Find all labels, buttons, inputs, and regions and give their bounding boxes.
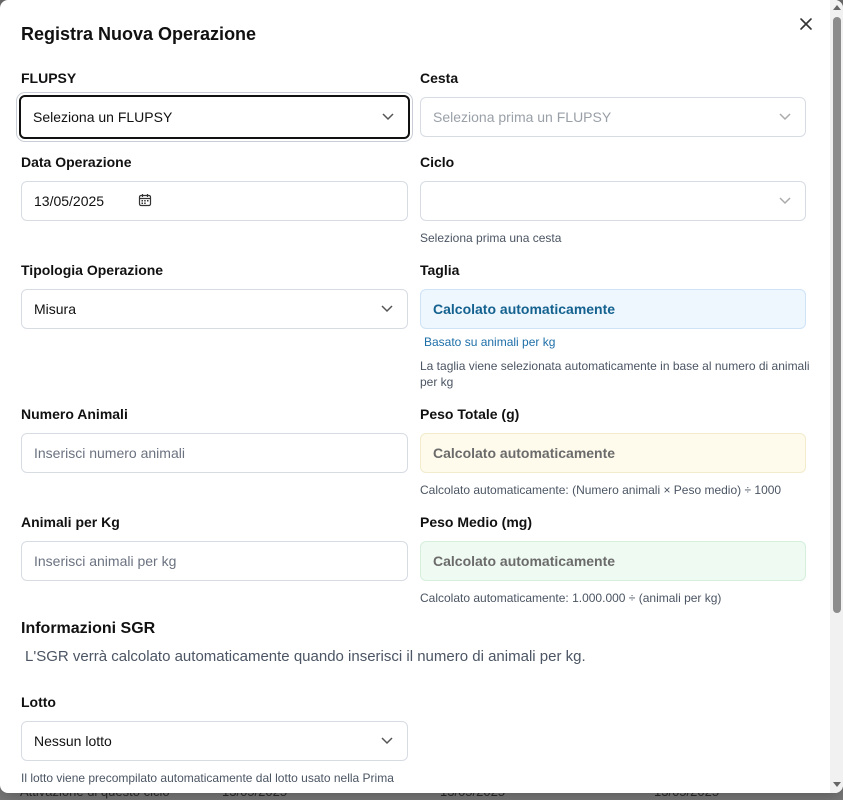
- animali-per-kg-placeholder: Inserisci animali per kg: [34, 553, 177, 569]
- ciclo-select[interactable]: [420, 181, 806, 221]
- flupsy-label: FLUPSY: [21, 70, 77, 86]
- numero-animali-placeholder: Inserisci numero animali: [34, 445, 185, 461]
- lotto-select[interactable]: Nessun lotto: [21, 721, 408, 761]
- peso-totale-value: Calcolato automaticamente: [433, 445, 616, 461]
- peso-medio-field: Calcolato automaticamente: [420, 541, 806, 581]
- lotto-select-value: Nessun lotto: [34, 733, 112, 749]
- flupsy-select[interactable]: Seleziona un FLUPSY: [19, 95, 410, 139]
- peso-medio-label: Peso Medio (mg): [420, 514, 533, 530]
- flupsy-select-value: Seleziona un FLUPSY: [33, 109, 173, 125]
- dialog-title: Registra Nuova Operazione: [21, 24, 257, 44]
- chevron-down-icon: [779, 113, 791, 121]
- sgr-title: Informazioni SGR: [21, 620, 156, 637]
- ciclo-label: Ciclo: [420, 154, 455, 170]
- taglia-label: Taglia: [420, 262, 460, 278]
- close-icon[interactable]: [797, 15, 815, 33]
- chevron-down-icon: [381, 737, 393, 745]
- sgr-text: L'SGR verrà calcolato automaticamente qu…: [25, 648, 586, 665]
- tipologia-select[interactable]: Misura: [21, 289, 408, 329]
- peso-totale-field: Calcolato automaticamente: [420, 433, 806, 473]
- scroll-up-arrow-icon[interactable]: [833, 4, 841, 12]
- taglia-hint: La taglia viene selezionata automaticame…: [420, 359, 810, 389]
- numero-animali-label: Numero Animali: [21, 406, 128, 422]
- cesta-label: Cesta: [420, 70, 459, 86]
- animali-per-kg-input[interactable]: Inserisci animali per kg: [21, 541, 408, 581]
- cesta-select[interactable]: Seleziona prima un FLUPSY: [420, 97, 806, 137]
- tipologia-select-value: Misura: [34, 301, 77, 317]
- data-operazione-label: Data Operazione: [21, 154, 132, 170]
- scrollbar-thumb[interactable]: [833, 17, 841, 613]
- data-operazione-input[interactable]: 13/05/2025: [21, 181, 408, 221]
- peso-totale-hint: Calcolato automaticamente: (Numero anima…: [420, 483, 782, 497]
- peso-medio-hint: Calcolato automaticamente: 1.000.000 ÷ (…: [420, 591, 722, 605]
- taglia-sub: Basato su animali per kg: [424, 335, 556, 349]
- animali-per-kg-label: Animali per Kg: [21, 514, 120, 530]
- chevron-down-icon: [381, 305, 393, 313]
- chevron-down-icon: [779, 197, 791, 205]
- taglia-field: Calcolato automaticamente: [420, 289, 806, 329]
- lotto-label: Lotto: [21, 694, 56, 710]
- cesta-select-placeholder: Seleziona prima un FLUPSY: [433, 109, 612, 125]
- peso-totale-label: Peso Totale (g): [420, 406, 520, 422]
- peso-medio-value: Calcolato automaticamente: [433, 553, 616, 569]
- lotto-hint: Il lotto viene precompilato automaticame…: [21, 771, 394, 785]
- ciclo-hint: Seleziona prima una cesta: [420, 231, 562, 245]
- calendar-icon[interactable]: [138, 193, 152, 207]
- new-operation-dialog: Registra Nuova Operazione FLUPSY Selezio…: [0, 0, 843, 793]
- scroll-down-arrow-icon[interactable]: [833, 780, 841, 788]
- data-operazione-value: 13/05/2025: [34, 193, 105, 209]
- chevron-down-icon: [382, 113, 394, 121]
- taglia-value: Calcolato automaticamente: [433, 301, 616, 317]
- numero-animali-input[interactable]: Inserisci numero animali: [21, 433, 408, 473]
- tipologia-label: Tipologia Operazione: [21, 262, 164, 278]
